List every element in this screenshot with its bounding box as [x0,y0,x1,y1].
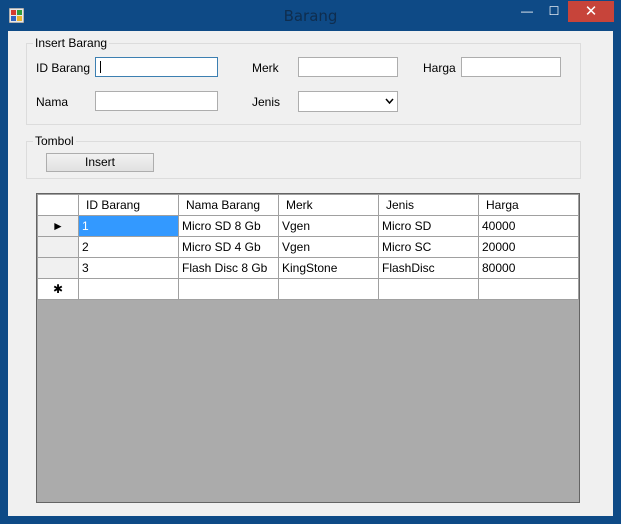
column-header[interactable]: Jenis [378,194,479,216]
jenis-label: Jenis [252,95,281,109]
new-row-icon[interactable]: ✱ [37,278,79,300]
table-cell[interactable]: 1 [78,215,179,237]
table-cell[interactable]: 40000 [478,215,579,237]
column-header[interactable]: Merk [278,194,379,216]
maximize-button[interactable]: ☐ [541,1,567,22]
grid-corner[interactable] [37,194,79,216]
client-area: Insert Barang ID Barang Nama Merk Jenis … [8,31,613,516]
table-cell[interactable] [178,278,279,300]
id-barang-label: ID Barang [36,61,91,75]
text-caret [100,61,101,73]
table-cell[interactable]: Micro SD 8 Gb [178,215,279,237]
table-cell[interactable]: Micro SD [378,215,479,237]
nama-input[interactable] [95,91,218,111]
tombol-group: Tombol Insert [26,134,581,179]
column-header[interactable]: Harga [478,194,579,216]
table-cell[interactable] [278,278,379,300]
insert-button[interactable]: Insert [46,153,154,172]
table-cell[interactable]: Micro SC [378,236,479,258]
harga-input[interactable] [461,57,561,77]
column-header[interactable]: ID Barang [78,194,179,216]
close-button[interactable]: ✕ [568,1,614,22]
app-window: Barang — ☐ ✕ Insert Barang ID Barang Nam… [0,0,621,524]
merk-input[interactable] [298,57,398,77]
table-cell[interactable]: 80000 [478,257,579,279]
column-header[interactable]: Nama Barang [178,194,279,216]
minimize-button[interactable]: — [514,1,540,22]
grid-header-row: ID Barang Nama Barang Merk Jenis Harga [37,194,579,216]
data-grid[interactable]: ID Barang Nama Barang Merk Jenis Harga ►… [36,193,580,503]
table-cell[interactable] [478,278,579,300]
table-cell[interactable]: FlashDisc [378,257,479,279]
table-cell[interactable]: Vgen [278,236,379,258]
table-row[interactable]: ► 1 Micro SD 8 Gb Vgen Micro SD 40000 [37,215,579,237]
nama-label: Nama [36,95,69,109]
chevron-down-icon [385,98,394,105]
table-cell[interactable]: Flash Disc 8 Gb [178,257,279,279]
table-cell[interactable]: 20000 [478,236,579,258]
table-row[interactable]: 2 Micro SD 4 Gb Vgen Micro SC 20000 [37,236,579,258]
table-cell[interactable]: 2 [78,236,179,258]
insert-group-legend: Insert Barang [33,36,110,50]
table-cell[interactable] [378,278,479,300]
harga-label: Harga [423,61,456,75]
table-row[interactable]: 3 Flash Disc 8 Gb KingStone FlashDisc 80… [37,257,579,279]
merk-label: Merk [252,61,279,75]
row-header[interactable] [37,257,79,279]
tombol-group-legend: Tombol [33,134,76,148]
table-cell[interactable]: 3 [78,257,179,279]
jenis-dropdown[interactable] [298,91,398,112]
table-cell[interactable]: KingStone [278,257,379,279]
new-row[interactable]: ✱ [37,278,579,300]
id-barang-input[interactable] [95,57,218,77]
row-header[interactable] [37,236,79,258]
grid-table: ID Barang Nama Barang Merk Jenis Harga ►… [37,194,579,300]
table-cell[interactable]: Micro SD 4 Gb [178,236,279,258]
current-row-indicator-icon[interactable]: ► [37,215,79,237]
table-cell[interactable] [78,278,179,300]
insert-group: Insert Barang ID Barang Nama Merk Jenis … [26,36,581,125]
table-cell[interactable]: Vgen [278,215,379,237]
title-bar[interactable]: Barang — ☐ ✕ [0,0,621,31]
